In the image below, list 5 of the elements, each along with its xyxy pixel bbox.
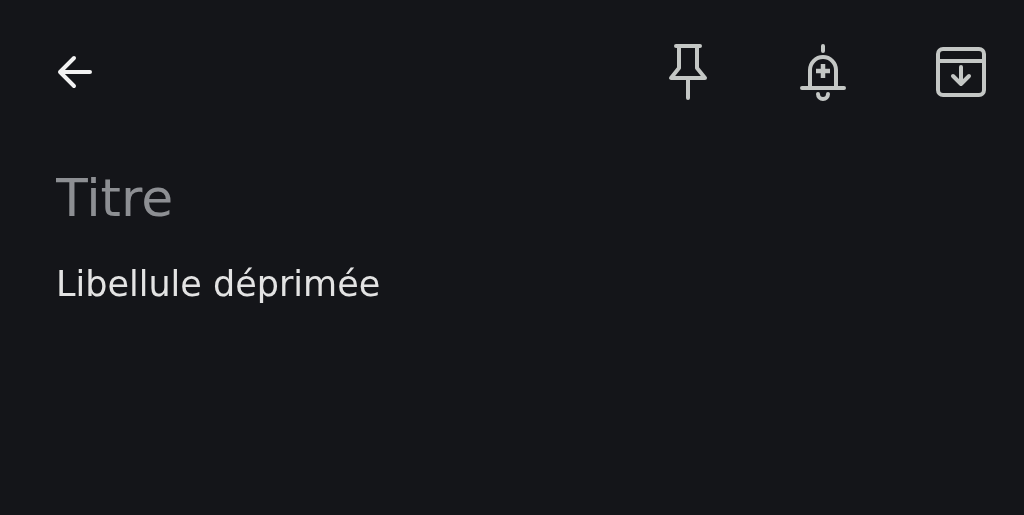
note-body-field[interactable]: Libellule déprimée — [56, 258, 656, 310]
archive-icon — [934, 45, 988, 99]
pin-icon — [666, 42, 710, 102]
title-field[interactable]: Titre — [56, 160, 656, 236]
bell-plus-icon — [798, 42, 848, 102]
